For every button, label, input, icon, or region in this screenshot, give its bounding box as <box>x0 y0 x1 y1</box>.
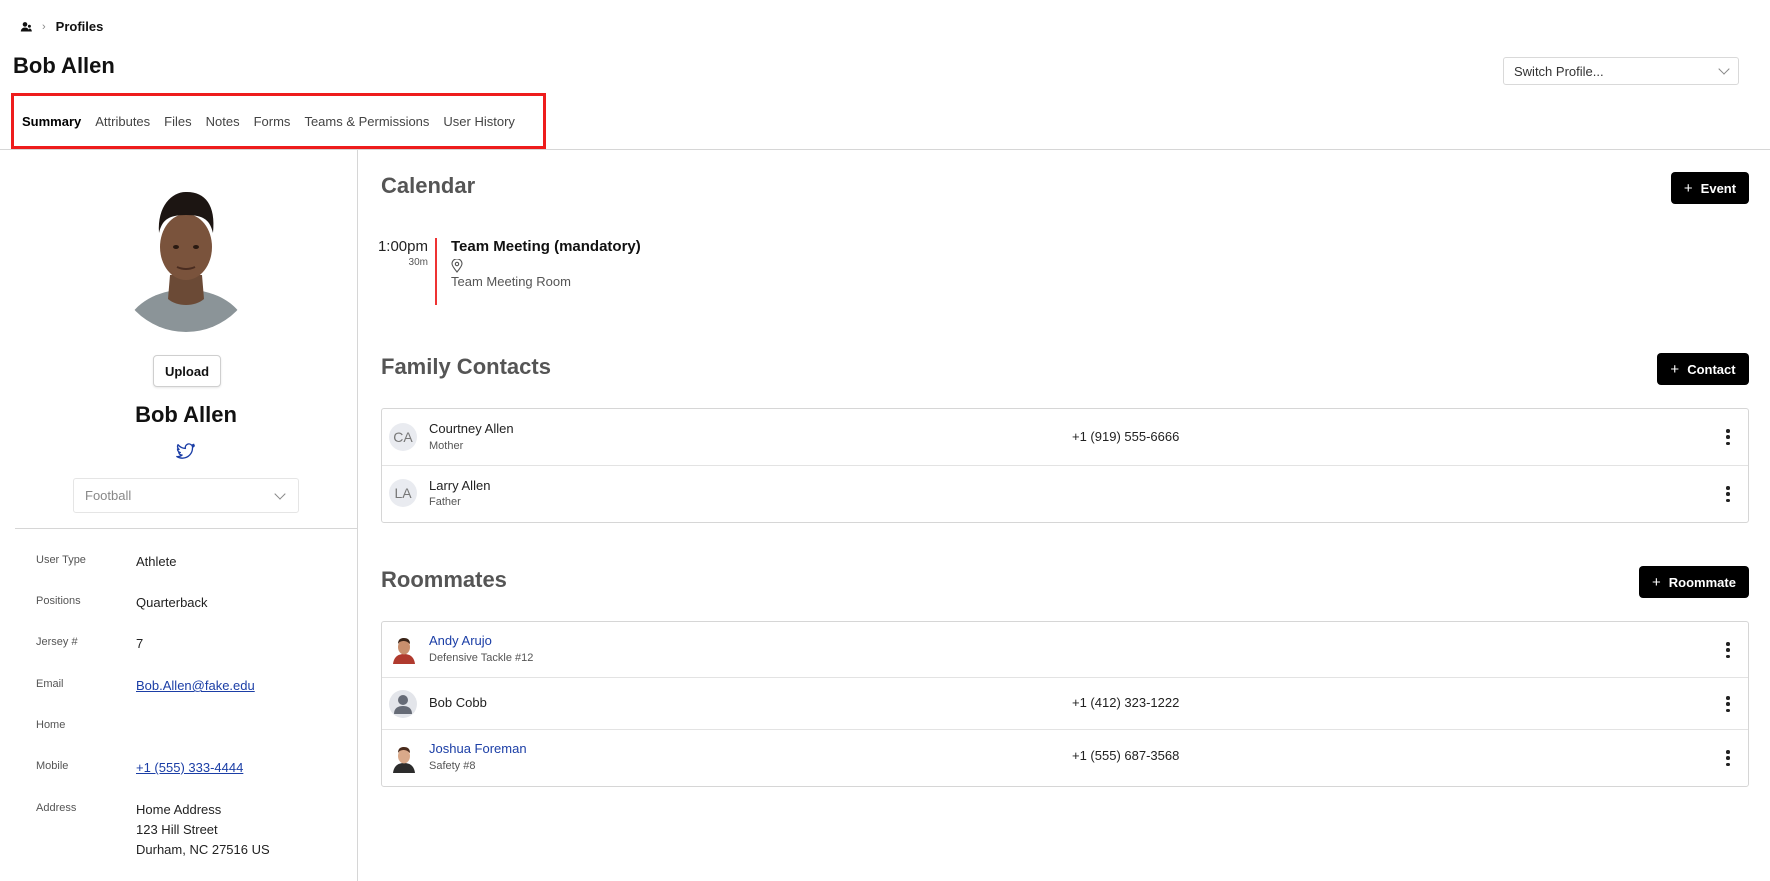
field-user-type: User Type Athlete <box>36 552 356 572</box>
roommate-name: Bob Cobb <box>429 695 487 710</box>
field-value: Athlete <box>136 554 177 569</box>
add-event-label: Event <box>1700 180 1737 196</box>
profile-name: Bob Allen <box>135 402 237 427</box>
add-roommate-button[interactable]: + Roommate <box>1639 566 1749 598</box>
contact-name: Courtney Allen <box>429 421 514 436</box>
tab-notes[interactable]: Notes <box>206 114 240 129</box>
roommate-detail: Safety #8 <box>429 760 476 772</box>
people-icon[interactable] <box>20 21 32 33</box>
roommates-list: Andy Arujo Defensive Tackle #12 Bob Cobb… <box>381 621 1749 787</box>
more-options-icon[interactable] <box>1726 429 1730 445</box>
sport-select[interactable]: Football <box>73 478 299 513</box>
switch-profile-placeholder: Switch Profile... <box>1514 63 1604 79</box>
chevron-down-icon <box>274 487 286 500</box>
roommate-detail: Defensive Tackle #12 <box>429 652 534 664</box>
field-label: Address <box>36 802 77 814</box>
more-options-icon[interactable] <box>1726 750 1730 766</box>
add-roommate-label: Roommate <box>1668 574 1736 590</box>
roommate-name-link[interactable]: Joshua Foreman <box>429 741 527 756</box>
field-home: Home <box>36 717 356 731</box>
roommates-title: Roommates <box>381 567 507 592</box>
list-item[interactable]: Andy Arujo Defensive Tackle #12 <box>382 622 1748 678</box>
address-line: 123 Hill Street <box>136 822 218 837</box>
add-contact-label: Contact <box>1687 361 1736 377</box>
default-avatar-icon <box>389 690 417 718</box>
field-mobile: Mobile +1 (555) 333-4444 <box>36 758 356 778</box>
field-label: Email <box>36 678 64 690</box>
switch-profile-select[interactable]: Switch Profile... <box>1503 57 1739 85</box>
field-jersey: Jersey # 7 <box>36 634 356 654</box>
mobile-link[interactable]: +1 (555) 333-4444 <box>136 760 243 775</box>
page-title: Bob Allen <box>13 53 115 78</box>
address-line: Durham, NC 27516 US <box>136 842 270 857</box>
add-event-button[interactable]: + Event <box>1671 172 1749 204</box>
field-label: User Type <box>36 554 86 566</box>
upload-photo-button[interactable]: Upload <box>153 355 221 387</box>
plus-icon: + <box>1670 360 1680 378</box>
tab-files[interactable]: Files <box>164 114 191 129</box>
location-pin-icon <box>451 259 463 273</box>
calendar-event[interactable]: 1:00pm 30m Team Meeting (mandatory) Team… <box>376 238 641 305</box>
avatar-initials: LA <box>389 479 417 507</box>
contact-phone: +1 (919) 555-6666 <box>1072 429 1180 444</box>
chevron-down-icon <box>1718 63 1730 75</box>
twitter-icon[interactable] <box>176 443 196 461</box>
roommate-photo <box>391 636 417 664</box>
profile-divider <box>15 528 358 529</box>
event-title: Team Meeting (mandatory) <box>451 238 641 255</box>
tab-user-history[interactable]: User History <box>443 114 515 129</box>
header-divider <box>0 149 1770 150</box>
plus-icon: + <box>1652 573 1661 591</box>
list-item[interactable]: CA Courtney Allen Mother +1 (919) 555-66… <box>382 409 1748 466</box>
list-item[interactable]: Joshua Foreman Safety #8 +1 (555) 687-35… <box>382 730 1748 786</box>
event-duration: 30m <box>408 257 428 268</box>
contact-relation: Father <box>429 496 461 508</box>
more-options-icon[interactable] <box>1726 642 1730 658</box>
event-time: 1:00pm <box>377 238 428 255</box>
avatar-initials: CA <box>389 423 417 451</box>
field-label: Jersey # <box>36 636 78 648</box>
tab-attributes[interactable]: Attributes <box>95 114 150 129</box>
tab-summary[interactable]: Summary <box>22 114 81 129</box>
list-item[interactable]: Bob Cobb +1 (412) 323-1222 <box>382 678 1748 730</box>
email-link[interactable]: Bob.Allen@fake.edu <box>136 678 255 693</box>
roommate-phone: +1 (412) 323-1222 <box>1072 695 1180 710</box>
contact-name: Larry Allen <box>429 478 491 493</box>
field-label: Home <box>36 719 66 731</box>
address-line: Home Address <box>136 802 222 817</box>
address-value: Home Address 123 Hill Street Durham, NC … <box>136 800 270 860</box>
profile-photo <box>115 190 257 332</box>
profile-tabs: Summary Attributes Files Notes Forms Tea… <box>22 114 515 129</box>
field-email: Email Bob.Allen@fake.edu <box>36 676 356 696</box>
event-location: Team Meeting Room <box>451 274 571 289</box>
chevron-right-icon: › <box>42 20 46 33</box>
field-label: Mobile <box>36 760 69 772</box>
tab-forms[interactable]: Forms <box>254 114 291 129</box>
breadcrumb: › Profiles <box>20 19 103 34</box>
list-item[interactable]: LA Larry Allen Father <box>382 466 1748 522</box>
tab-teams-permissions[interactable]: Teams & Permissions <box>304 114 429 129</box>
family-contacts-list: CA Courtney Allen Mother +1 (919) 555-66… <box>381 408 1749 523</box>
more-options-icon[interactable] <box>1726 696 1730 712</box>
add-contact-button[interactable]: + Contact <box>1657 353 1749 385</box>
roommate-name-link[interactable]: Andy Arujo <box>429 633 492 648</box>
more-options-icon[interactable] <box>1726 486 1730 502</box>
event-color-bar <box>435 238 437 305</box>
roommate-phone: +1 (555) 687-3568 <box>1072 748 1180 763</box>
family-contacts-title: Family Contacts <box>381 354 551 379</box>
roommate-photo <box>391 745 417 773</box>
field-value: Quarterback <box>136 595 208 610</box>
sport-select-value: Football <box>85 488 132 503</box>
field-value: 7 <box>136 636 144 651</box>
plus-icon: + <box>1683 179 1693 197</box>
breadcrumb-profiles[interactable]: Profiles <box>56 19 104 34</box>
panel-divider <box>357 150 358 881</box>
field-positions: Positions Quarterback <box>36 593 356 613</box>
field-label: Positions <box>36 595 81 607</box>
field-address: Address Home Address 123 Hill Street Dur… <box>36 800 356 860</box>
calendar-title: Calendar <box>381 173 476 198</box>
contact-relation: Mother <box>429 440 464 452</box>
